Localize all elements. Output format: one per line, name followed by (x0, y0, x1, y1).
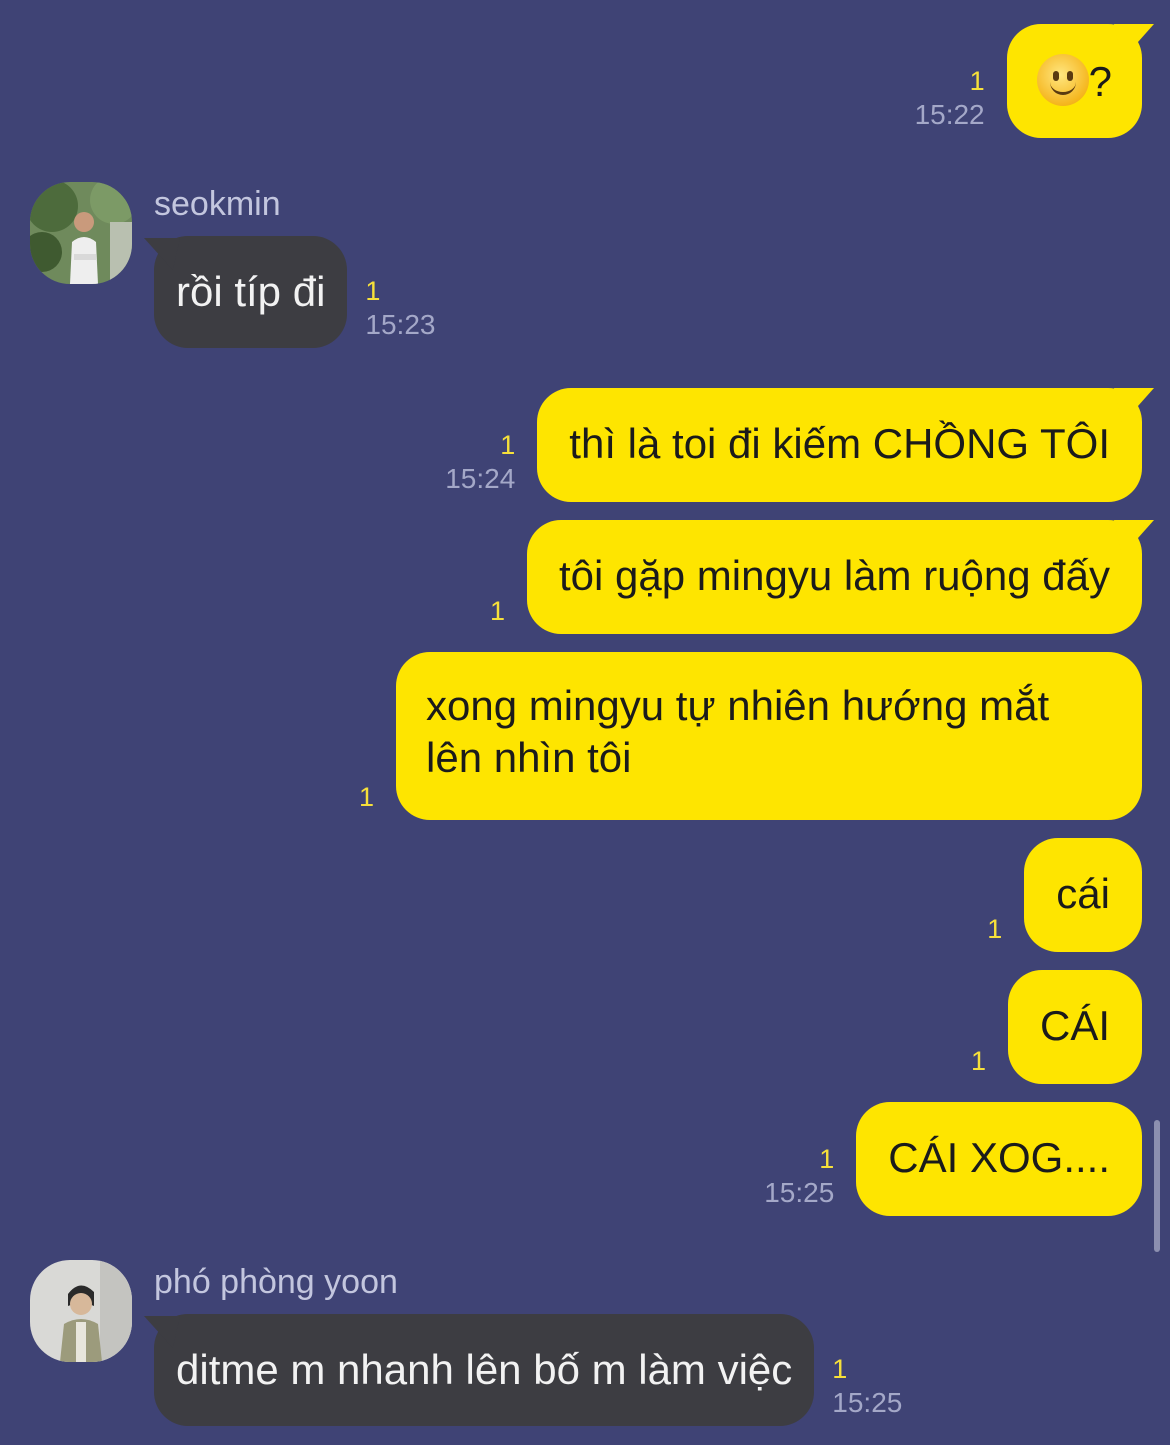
message-row-incoming: rồi típ đi 1 15:23 (154, 236, 435, 348)
message-meta: 1 15:22 (915, 64, 985, 132)
message-time: 15:25 (764, 1177, 835, 1208)
unread-count: 1 (819, 1144, 835, 1174)
unread-count: 1 (969, 66, 985, 96)
unread-count: 1 (832, 1354, 848, 1384)
message-meta: 1 15:25 (764, 1142, 834, 1210)
message-meta: 1 (490, 594, 505, 628)
message-row-outgoing: 1 CÁI (971, 970, 1142, 1084)
message-meta: 1 (971, 1044, 986, 1078)
slightly-smiling-face-icon (1036, 54, 1089, 106)
message-row-outgoing: 1 15:24 thì là toi đi kiếm CHỒNG TÔI (445, 388, 1142, 502)
unread-count: 1 (970, 1046, 986, 1076)
sender-name: phó phòng yoon (154, 1263, 398, 1301)
message-time: 15:23 (365, 309, 436, 340)
message-meta: 1 (987, 912, 1002, 946)
message-bubble-incoming[interactable]: rồi típ đi (154, 236, 348, 348)
message-time: 15:24 (445, 463, 516, 494)
message-bubble-outgoing[interactable]: tôi gặp mingyu làm ruộng đấy (527, 520, 1142, 634)
message-row-outgoing: 1 15:25 CÁI XOG.... (764, 1102, 1142, 1216)
unread-count: 1 (358, 782, 374, 812)
scrollbar[interactable] (1154, 1120, 1160, 1252)
message-meta: 1 15:23 (365, 274, 435, 342)
message-meta: 1 15:24 (445, 428, 515, 496)
message-time: 15:22 (914, 99, 985, 130)
unread-count: 1 (365, 276, 381, 306)
message-bubble-outgoing[interactable]: xong mingyu tự nhiên hướng mắt lên nhìn … (396, 652, 1142, 820)
message-row-outgoing: 1 15:22 ? (915, 24, 1142, 138)
sender-name: seokmin (154, 185, 281, 223)
message-meta: 1 (359, 780, 374, 814)
message-bubble-outgoing[interactable]: thì là toi đi kiếm CHỒNG TÔI (537, 388, 1142, 502)
message-time: 15:25 (832, 1387, 903, 1418)
message-bubble-incoming[interactable]: ditme m nhanh lên bố m làm việc (154, 1314, 815, 1426)
chat-room: 1 15:22 ? seokmin rồi típ đi 1 15:23 1 1… (0, 0, 1170, 1445)
message-row-outgoing: 1 cái (987, 838, 1142, 952)
message-row-outgoing: 1 tôi gặp mingyu làm ruộng đấy (490, 520, 1142, 634)
unread-count: 1 (987, 914, 1003, 944)
unread-count: 1 (489, 596, 506, 626)
message-bubble-outgoing[interactable]: ? (1006, 24, 1142, 138)
message-meta: 1 15:25 (832, 1352, 902, 1420)
message-bubble-outgoing[interactable]: cái (1024, 838, 1142, 952)
message-bubble-outgoing[interactable]: CÁI XOG.... (856, 1102, 1142, 1216)
message-row-incoming: ditme m nhanh lên bố m làm việc 1 15:25 (154, 1314, 902, 1426)
avatar[interactable] (30, 182, 132, 284)
message-row-outgoing: 1 xong mingyu tự nhiên hướng mắt lên nhì… (359, 652, 1142, 820)
unread-count: 1 (500, 430, 516, 460)
message-bubble-outgoing[interactable]: CÁI (1007, 970, 1142, 1084)
avatar[interactable] (30, 1260, 132, 1362)
message-text: ? (1088, 58, 1112, 105)
